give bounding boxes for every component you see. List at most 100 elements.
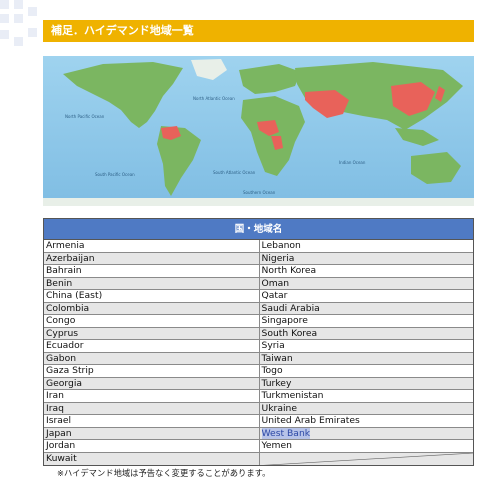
region-cell-left: Gabon — [44, 353, 259, 365]
region-cell-right: South Korea — [258, 327, 474, 339]
ocean-label: Southern Ocean — [243, 190, 276, 195]
table-row: Colombia Saudi Arabia — [44, 302, 474, 315]
region-name: Iraq — [46, 402, 64, 414]
region-name: Cyprus — [46, 327, 79, 339]
region-cell-left: Colombia — [44, 303, 259, 315]
table-row: Jordan Yemen — [44, 440, 473, 453]
decor-square — [14, 14, 23, 23]
region-name: United Arab Emirates — [261, 415, 360, 426]
decor-square — [28, 28, 37, 37]
region-name: Oman — [261, 277, 290, 289]
table-row: Ecuador Syria — [44, 340, 473, 353]
region-cell-left: Ecuador — [44, 340, 259, 352]
region-name: Colombia — [46, 302, 90, 314]
table-row: Cyprus South Korea — [44, 327, 474, 340]
region-cell-left: Iraq — [44, 403, 259, 415]
world-map: North Pacific Ocean North Atlantic Ocean… — [43, 56, 474, 206]
region-name: Israel — [46, 415, 72, 426]
region-cell-right: North Korea — [258, 265, 474, 277]
region-cell-left: Jordan — [44, 440, 259, 452]
region-cell-left: Japan — [44, 428, 259, 440]
table-body: Armenia Lebanon Azerbaijan Nigeria Bahrain No… — [44, 240, 473, 465]
decor-square — [14, 0, 23, 9]
table-row: Benin Oman — [44, 277, 474, 290]
empty-cell-diagonal — [260, 453, 474, 466]
region-cell-left: Azerbaijan — [44, 253, 259, 265]
region-name: Armenia — [46, 240, 85, 251]
region-cell-left: Bahrain — [44, 265, 259, 277]
region-name: China (East) — [46, 290, 103, 301]
region-name: North Korea — [261, 265, 317, 276]
table-row: Iran Turkmenistan — [44, 390, 473, 403]
region-cell-right: Saudi Arabia — [258, 302, 474, 314]
region-cell-right: United Arab Emirates — [258, 415, 474, 427]
region-name: Benin — [46, 277, 73, 289]
region-name: Taiwan — [261, 352, 293, 364]
region-cell-left: Congo — [44, 315, 259, 327]
decor-square — [0, 30, 9, 39]
region-cell-left: Gaza Strip — [44, 365, 259, 377]
region-name: Ukraine — [261, 402, 297, 414]
decor-square — [0, 14, 9, 23]
region-name: Syria — [261, 340, 285, 351]
region-cell-right: Yemen — [258, 440, 474, 452]
table-row: Azerbaijan Nigeria — [44, 252, 474, 265]
table-row: Kuwait — [44, 452, 474, 466]
table-row: Georgia Turkey — [44, 377, 474, 390]
region-name: Yemen — [261, 440, 292, 451]
region-name: Qatar — [261, 290, 288, 301]
decor-square — [14, 37, 23, 46]
table-row: Gaza Strip Togo — [44, 365, 473, 378]
decor-square — [0, 0, 9, 9]
table-row: Bahrain North Korea — [44, 265, 473, 278]
region-name: Congo — [46, 315, 76, 326]
region-cell-left: Kuwait — [44, 453, 259, 466]
region-cell-left: Israel — [44, 415, 259, 427]
region-cell-right: Lebanon — [258, 240, 474, 252]
region-name: Turkmenistan — [261, 390, 324, 401]
region-cell-right: Turkmenistan — [258, 390, 474, 402]
world-map-graphic: North Pacific Ocean North Atlantic Ocean… — [43, 56, 474, 206]
section-title: 補足．ハイデマンド地域一覧 — [43, 20, 474, 42]
region-name: Japan — [46, 427, 72, 439]
region-name: Lebanon — [261, 240, 301, 251]
ocean-label: North Pacific Ocean — [65, 114, 105, 119]
table-row: Gabon Taiwan — [44, 352, 473, 365]
high-demand-regions-table: 国・地域名 Armenia Lebanon Azerbaijan Nigeria Bah… — [43, 218, 474, 466]
table-row: Iraq Ukraine — [44, 402, 474, 415]
decor-square — [28, 7, 37, 16]
region-cell-right: Togo — [258, 365, 474, 377]
table-header: 国・地域名 — [44, 219, 473, 240]
region-cell-right: Oman — [258, 277, 474, 289]
region-cell-left: Armenia — [44, 240, 259, 252]
table-row: Japan West Bank — [44, 427, 473, 440]
landmass-antarctica — [43, 198, 474, 206]
region-name: Turkey — [261, 377, 292, 389]
table-row: Israel United Arab Emirates — [44, 415, 473, 428]
region-cell-right: Singapore — [258, 315, 474, 327]
region-cell-left: China (East) — [44, 290, 259, 302]
region-name: Togo — [261, 365, 283, 376]
region-cell-right: Ukraine — [258, 402, 474, 414]
region-cell-left: Georgia — [44, 378, 259, 390]
region-name: Gaza Strip — [46, 365, 94, 376]
region-cell-right: Nigeria — [258, 252, 474, 264]
region-cell-left: Iran — [44, 390, 259, 402]
region-name: Ecuador — [46, 340, 84, 351]
ocean-label: South Pacific Ocean — [95, 172, 135, 177]
ocean-label: Indian Ocean — [339, 160, 366, 165]
region-cell-left: Benin — [44, 278, 259, 290]
region-name: Nigeria — [261, 252, 295, 264]
region-name: South Korea — [261, 327, 318, 339]
region-name: Azerbaijan — [46, 252, 95, 264]
table-row: Armenia Lebanon — [44, 240, 473, 253]
region-name: Singapore — [261, 315, 308, 326]
region-cell-right: Qatar — [258, 290, 474, 302]
region-cell-right: Turkey — [258, 377, 474, 389]
region-cell-right: Syria — [258, 340, 474, 352]
region-name: Jordan — [46, 440, 76, 451]
region-name: Bahrain — [46, 265, 82, 276]
ocean-label: South Atlantic Ocean — [213, 170, 256, 175]
region-name: Iran — [46, 390, 64, 401]
ocean-label: North Atlantic Ocean — [193, 96, 235, 101]
